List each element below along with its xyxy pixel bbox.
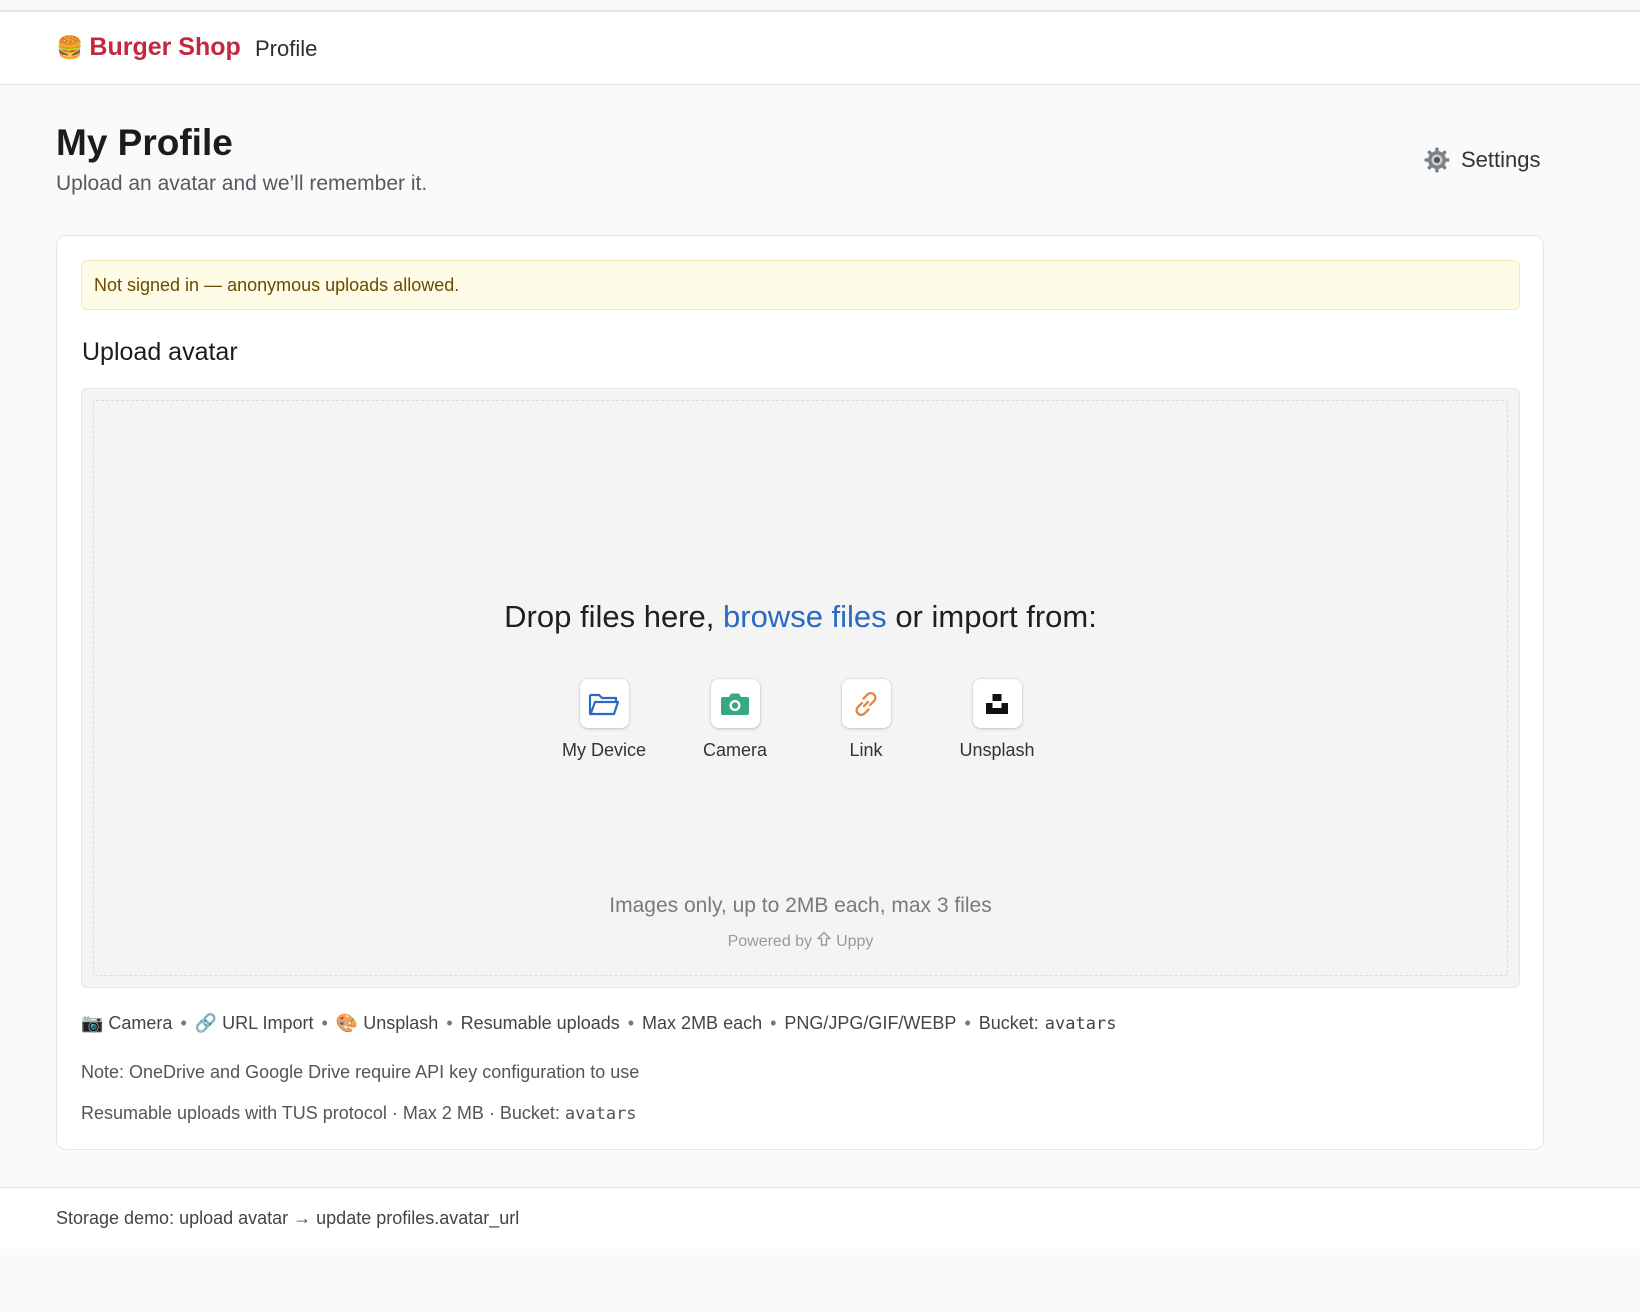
- camera-icon: [710, 679, 760, 728]
- gear-icon: [1423, 146, 1451, 174]
- settings-button[interactable]: Settings: [1423, 146, 1541, 174]
- separator: •: [446, 1013, 453, 1033]
- uppy-brand: Uppy: [836, 932, 874, 950]
- source-camera[interactable]: Camera: [670, 679, 801, 761]
- anonymous-alert: Not signed in — anonymous uploads allowe…: [81, 260, 1520, 310]
- source-label: My Device: [561, 740, 646, 760]
- footer-text: Storage demo: upload avatar → update pro…: [56, 1208, 520, 1228]
- drop-suffix: or import from:: [895, 599, 1097, 634]
- import-sources: My Device Camera Link Unsplash: [94, 679, 1507, 761]
- source-label: Link: [849, 740, 883, 760]
- uppy-logo-icon: [816, 931, 832, 952]
- dropzone-dashed-area: Drop files here, browse files or import …: [93, 400, 1508, 976]
- burger-logo-icon: 🍔: [56, 34, 84, 60]
- feature-resumable: Resumable uploads: [460, 1013, 620, 1033]
- feature-url-import: 🔗 URL Import: [194, 1013, 314, 1033]
- browse-files-link[interactable]: browse files: [723, 599, 887, 634]
- tus-note-text: Resumable uploads with TUS protocol · Ma…: [81, 1103, 560, 1123]
- profile-card: Not signed in — anonymous uploads allowe…: [56, 235, 1544, 1150]
- unsplash-icon: [972, 679, 1022, 728]
- settings-label: Settings: [1461, 147, 1541, 172]
- tus-note: Resumable uploads with TUS protocol · Ma…: [81, 1103, 637, 1124]
- feature-bucket-label: Bucket:: [978, 1013, 1039, 1033]
- nav-link-profile[interactable]: Profile: [255, 36, 317, 62]
- feature-max-size: Max 2MB each: [642, 1013, 763, 1033]
- source-link[interactable]: Link: [801, 679, 932, 761]
- feature-camera: 📷 Camera: [81, 1013, 173, 1033]
- separator: •: [964, 1013, 971, 1033]
- drop-title: Drop files here, browse files or import …: [94, 599, 1507, 635]
- separator: •: [627, 1013, 635, 1033]
- tus-bucket-name: avatars: [564, 1104, 637, 1124]
- upload-dropzone[interactable]: Drop files here, browse files or import …: [81, 388, 1520, 988]
- page-title: My Profile: [56, 122, 233, 163]
- separator: •: [770, 1013, 777, 1033]
- source-label: Camera: [702, 740, 768, 760]
- folder-icon: [579, 679, 629, 728]
- feature-bucket-name: avatars: [1044, 1013, 1117, 1034]
- feature-formats: PNG/JPG/GIF/WEBP: [784, 1013, 957, 1033]
- brand-link[interactable]: 🍔 Burger Shop: [56, 33, 241, 62]
- source-unsplash[interactable]: Unsplash: [932, 679, 1063, 761]
- upload-section-title: Upload avatar: [82, 338, 238, 366]
- drives-note: Note: OneDrive and Google Drive require …: [81, 1062, 640, 1082]
- page-subtitle: Upload an avatar and we’ll remember it.: [56, 172, 428, 195]
- link-icon: [841, 679, 891, 728]
- drop-prefix: Drop files here,: [504, 599, 715, 634]
- source-my-device[interactable]: My Device: [539, 679, 670, 761]
- separator: •: [180, 1013, 187, 1033]
- navbar: 🍔 Burger Shop Profile: [0, 12, 1640, 85]
- upload-restrictions-note: Images only, up to 2MB each, max 3 files: [609, 894, 992, 917]
- upload-features: 📷 Camera • 🔗 URL Import • 🎨 Unsplash • R…: [81, 1013, 1116, 1034]
- separator: •: [321, 1013, 328, 1033]
- brand-name: Burger Shop: [89, 33, 241, 61]
- feature-unsplash: 🎨 Unsplash: [335, 1013, 439, 1033]
- powered-by: Powered by Uppy: [94, 931, 1507, 952]
- source-label: Unsplash: [959, 740, 1035, 760]
- footer: Storage demo: upload avatar → update pro…: [0, 1187, 1640, 1249]
- powered-by-label: Powered by: [727, 932, 813, 950]
